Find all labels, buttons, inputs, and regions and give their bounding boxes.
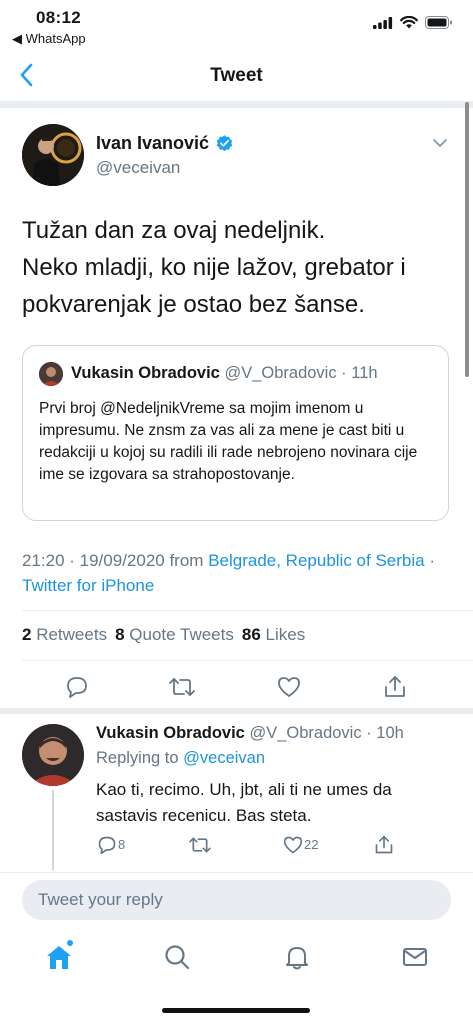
quote-author-handle: @V_Obradovic — [224, 364, 337, 382]
quotes-label: Quote Tweets — [129, 625, 234, 644]
reply-time: 10h — [376, 724, 404, 742]
quote-text: Prvi broj @NedeljnikVreme sa mojim imeno… — [39, 400, 418, 483]
share-icon[interactable] — [374, 834, 394, 856]
avatar[interactable] — [22, 124, 84, 186]
quote-avatar — [39, 362, 63, 386]
section-divider — [0, 708, 473, 714]
status-bar: 08:12 ◀ WhatsApp — [0, 0, 473, 50]
reply-author-handle: @V_Obradovic — [249, 724, 362, 742]
retweets-stat[interactable]: 2 Retweets — [22, 625, 107, 645]
home-indicator[interactable] — [162, 1008, 310, 1013]
nav-bar: Tweet — [0, 50, 473, 102]
reply-icon[interactable] — [96, 835, 118, 855]
tweet-text-line: Tužan dan za ovaj nedeljnik. — [22, 217, 326, 244]
retweet-icon[interactable] — [168, 675, 196, 699]
bell-icon — [286, 947, 308, 970]
quote-time: 11h — [351, 364, 378, 382]
reply-avatar[interactable] — [22, 724, 84, 786]
quote-tweets-stat[interactable]: 8 Quote Tweets — [115, 625, 234, 645]
tweet-text: Tužan dan za ovaj nedeljnik. Neko mladji… — [22, 212, 452, 323]
share-icon[interactable] — [383, 674, 407, 700]
divider — [22, 660, 473, 661]
retweets-label: Retweets — [36, 625, 108, 644]
verified-badge-icon — [216, 135, 233, 152]
reply-text: Kao ti, recimo. Uh, jbt, ali ti ne umes … — [96, 780, 392, 825]
author-handle[interactable]: @veceivan — [96, 158, 180, 178]
author-name[interactable]: Ivan Ivanović — [96, 133, 234, 154]
reply-avatar-image — [22, 724, 84, 786]
tab-explore[interactable] — [162, 942, 192, 972]
reply-input[interactable] — [22, 880, 451, 920]
reply-icon[interactable] — [64, 675, 90, 699]
like-heart-icon[interactable] — [276, 675, 302, 699]
notification-dot — [66, 939, 74, 947]
scrollbar[interactable] — [465, 102, 469, 377]
page-title: Tweet — [210, 65, 263, 86]
reply-count: 8 — [118, 837, 126, 852]
replying-prefix: Replying to — [96, 749, 184, 767]
source-link[interactable]: Twitter for iPhone — [22, 576, 154, 595]
meta-separator: · — [424, 551, 435, 570]
mail-icon — [403, 948, 427, 966]
tweet-timestamp: 21:20 · 19/09/2020 from — [22, 551, 209, 570]
signal-icon — [373, 16, 393, 29]
tweet-actions — [0, 672, 473, 702]
tweet-stats: 2 Retweets 8 Quote Tweets 86 Likes — [22, 625, 305, 645]
tab-bar — [0, 930, 473, 990]
quotes-count: 8 — [115, 625, 125, 644]
likes-stat[interactable]: 86 Likes — [242, 625, 305, 645]
quoted-tweet[interactable]: Vukasin Obradovic @V_Obradovic · 11h Prv… — [22, 345, 449, 521]
chevron-down-icon[interactable] — [429, 132, 451, 154]
back-to-whatsapp[interactable]: ◀ WhatsApp — [12, 31, 86, 47]
reply-dot: · — [361, 724, 377, 742]
quote-dot: · — [336, 364, 352, 382]
like-count: 22 — [304, 837, 319, 852]
likes-label: Likes — [265, 625, 306, 644]
like-heart-icon[interactable] — [282, 835, 304, 855]
replying-to: Replying to @veceivan — [96, 749, 265, 768]
header-divider — [0, 102, 473, 108]
tab-home[interactable] — [44, 939, 74, 972]
quote-author-name: Vukasin Obradovic — [71, 364, 220, 382]
author-name-text: Ivan Ivanović — [96, 133, 210, 153]
quote-header: Vukasin Obradovic @V_Obradovic · 11h — [71, 364, 378, 383]
location-link[interactable]: Belgrade, Republic of Serbia — [208, 551, 424, 570]
retweet-icon[interactable] — [188, 835, 212, 855]
tweet-meta: 21:20 · 19/09/2020 from Belgrade, Republ… — [22, 548, 452, 598]
tweet-text-line: Neko mladji, ko nije lažov, grebator i — [22, 254, 406, 281]
divider — [22, 610, 473, 611]
likes-count: 86 — [241, 625, 261, 644]
thread-line — [52, 790, 54, 870]
status-icons — [373, 16, 453, 29]
tweet-text-line: pokvarenjak je ostao bez šanse. — [22, 291, 365, 318]
tab-notifications[interactable] — [282, 942, 312, 972]
reply-author-name[interactable]: Vukasin Obradovic — [96, 724, 245, 742]
reply-actions: 8 22 — [0, 832, 473, 858]
replying-to-link[interactable]: @veceivan — [183, 749, 265, 767]
battery-icon — [425, 16, 452, 29]
status-time: 08:12 — [36, 8, 81, 27]
retweets-count: 2 — [22, 625, 32, 644]
search-icon — [165, 945, 190, 970]
reply-header: Vukasin Obradovic @V_Obradovic · 10h — [96, 724, 404, 743]
avatar-image — [22, 124, 84, 186]
wifi-icon — [400, 16, 418, 29]
tab-messages[interactable] — [400, 942, 430, 972]
